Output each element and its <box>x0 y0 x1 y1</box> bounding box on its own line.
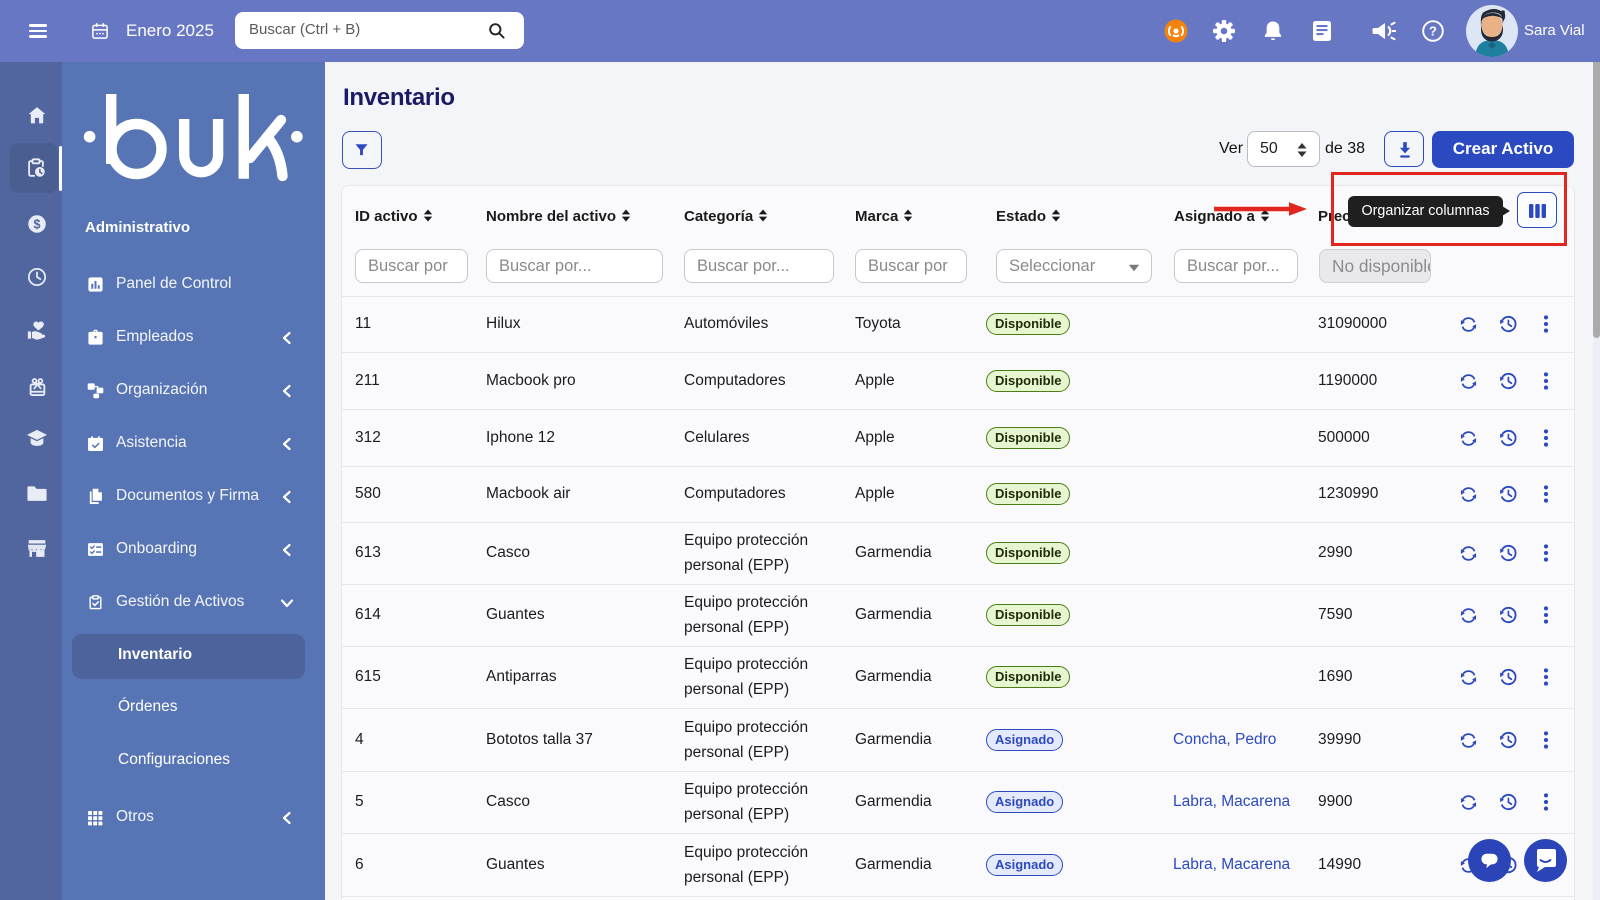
svg-text:?: ? <box>1429 24 1437 39</box>
svg-text:$: $ <box>34 218 41 232</box>
